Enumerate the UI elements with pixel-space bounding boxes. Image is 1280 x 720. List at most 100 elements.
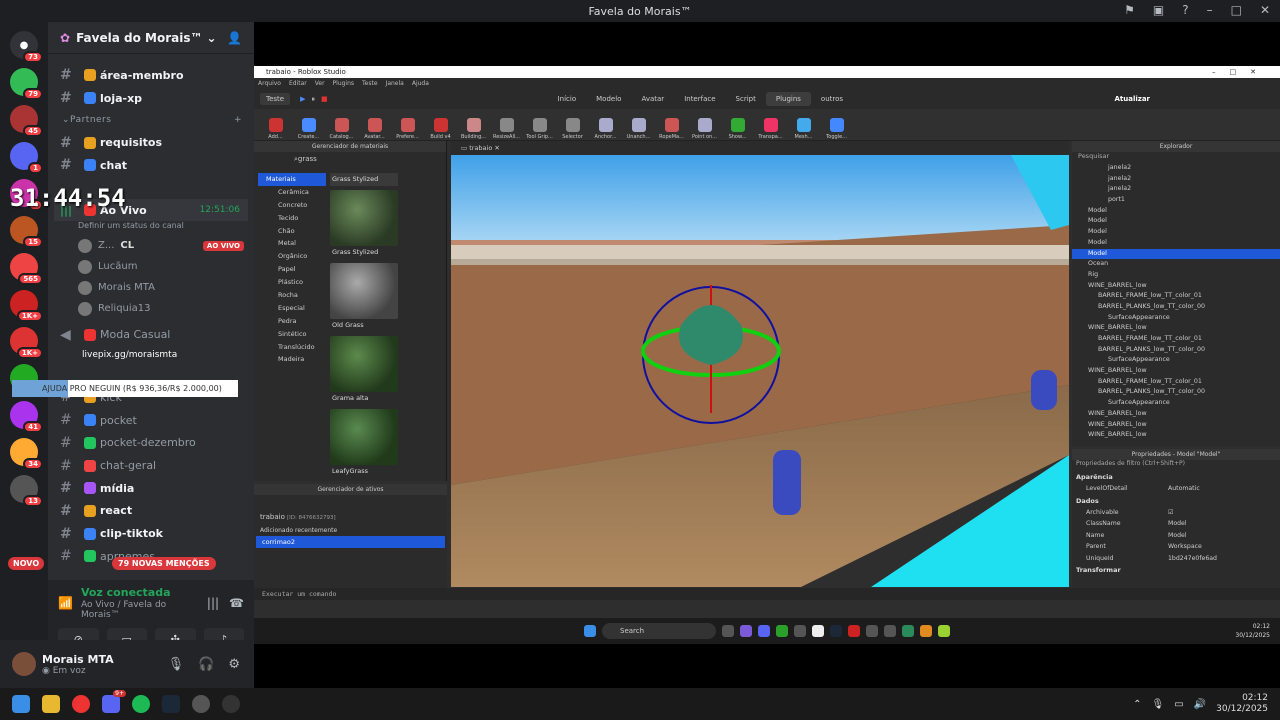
voice-connected-sub[interactable]: Ao Vivo / Favela do Morais™ (81, 600, 207, 620)
property-row[interactable]: ClassName Model (1072, 518, 1280, 530)
material-tile[interactable]: Grass Stylized (330, 190, 398, 259)
spotify-icon[interactable] (132, 695, 150, 713)
menu-item[interactable]: Janela (386, 80, 404, 87)
material-tile[interactable]: Grass Stylized (330, 173, 398, 186)
microphone-icon[interactable]: 🎙 (168, 657, 185, 672)
menu-item[interactable]: Ajuda (412, 80, 429, 87)
material-category[interactable]: Materiais (258, 173, 326, 186)
material-tile[interactable]: Old Grass (330, 263, 398, 332)
server-icon[interactable]: 34 (10, 438, 43, 470)
explorer-item[interactable]: Model (1072, 216, 1280, 227)
steam-icon[interactable] (830, 625, 842, 637)
explorer-item[interactable]: SurfaceAppearance (1072, 398, 1280, 409)
explorer-item[interactable]: BARREL_PLANKS_low_TT_color_00 (1072, 387, 1280, 398)
app-icon[interactable] (920, 625, 932, 637)
help-icon[interactable]: ? (1182, 3, 1188, 17)
plugin-tool-button[interactable]: Building... (460, 118, 487, 140)
server-header[interactable]: ✿ Favela do Morais™ ⌄ 👤 (48, 22, 254, 54)
headphones-icon[interactable]: 🎧 (198, 657, 214, 672)
add-member-icon[interactable]: 👤 (227, 31, 242, 45)
plugin-tool-button[interactable]: Selector (559, 118, 586, 140)
server-icon[interactable]: 79 (10, 68, 43, 100)
voice-user[interactable]: Lucãum (48, 256, 254, 277)
plugin-tool-button[interactable]: Create... (295, 118, 322, 140)
taskbar-search[interactable]: Search (602, 623, 716, 639)
channel-item[interactable]: # clip-tiktok (48, 522, 254, 545)
chrome-icon[interactable] (72, 695, 90, 713)
document-tab[interactable]: ▭ trabaio ✕ (451, 141, 1069, 155)
property-section[interactable]: Aparência (1072, 471, 1280, 483)
maximize-button[interactable]: □ (1231, 3, 1242, 17)
channel-item[interactable]: # loja-xp (48, 87, 254, 110)
plugin-tool-button[interactable]: Prefere... (394, 118, 421, 140)
explorer-filter-input[interactable]: Pesquisar (1072, 152, 1280, 163)
explorer-item[interactable]: janela2 (1072, 163, 1280, 174)
material-category[interactable]: Rocha (258, 289, 326, 302)
menu-item[interactable]: Teste (362, 80, 378, 87)
app-icon[interactable] (884, 625, 896, 637)
asset-item[interactable]: corrimao2 (256, 536, 445, 548)
material-category[interactable]: Papel (258, 263, 326, 276)
ribbon-tab[interactable]: Interface (674, 92, 725, 106)
server-icon[interactable]: 1K+ (10, 327, 43, 359)
menu-item[interactable]: Plugins (333, 80, 355, 87)
noise-icon[interactable]: ||| (207, 596, 219, 610)
server-icon[interactable]: 15 (10, 216, 43, 248)
plugin-tool-button[interactable]: Catalog... (328, 118, 355, 140)
explorer-item[interactable]: WINE_BARREL_low (1072, 323, 1280, 334)
discord-icon[interactable]: 9+ (102, 690, 126, 713)
novo-badge[interactable]: NOVO (8, 557, 45, 570)
server-icon[interactable]: 565 (10, 253, 43, 285)
explorer-item[interactable]: janela2 (1072, 174, 1280, 185)
livepix-link[interactable]: livepix.gg/moraismta (48, 346, 254, 364)
explorer-item[interactable]: WINE_BARREL_low (1072, 430, 1280, 441)
windows-start-icon[interactable] (12, 695, 30, 713)
explorer-item[interactable]: BARREL_FRAME_low_TT_color_01 (1072, 377, 1280, 388)
ribbon-tab[interactable]: Script (726, 92, 766, 106)
material-category[interactable]: Orgânico (258, 250, 326, 263)
ribbon-tab[interactable]: Início (548, 92, 587, 106)
property-row[interactable]: LevelOfDetail Automatic (1072, 483, 1280, 495)
server-icon[interactable]: 1 (10, 142, 43, 174)
3d-viewport[interactable] (451, 155, 1069, 587)
material-tile[interactable]: Grama alta (330, 336, 398, 405)
steam-icon[interactable] (162, 695, 180, 713)
menu-item[interactable]: Arquivo (258, 80, 281, 87)
explorer-item[interactable]: WINE_BARREL_low (1072, 420, 1280, 431)
material-category[interactable]: Chão (258, 225, 326, 238)
material-tile[interactable]: LeafyGrass (330, 409, 398, 478)
server-icon[interactable]: 13 (10, 475, 43, 507)
mode-select[interactable]: Teste (260, 93, 291, 105)
voice-channel-moda-casual[interactable]: ◀ Moda Casual (48, 323, 254, 346)
discord-icon[interactable] (758, 625, 770, 637)
plugin-tool-button[interactable]: Build v4 (427, 118, 454, 140)
app-icon[interactable] (722, 625, 734, 637)
network-icon[interactable]: ▭ (1174, 699, 1183, 710)
plugin-tool-button[interactable]: Show... (724, 118, 751, 140)
material-category[interactable]: Translúcido (258, 341, 326, 354)
disconnect-icon[interactable]: ☎ (229, 596, 244, 610)
app-icon[interactable] (740, 625, 752, 637)
pause-icon[interactable]: ⏸ (311, 95, 315, 104)
material-category[interactable]: Madeira (258, 353, 326, 366)
play-icon[interactable]: ▶ (300, 95, 305, 103)
window-controls[interactable]: –□✕ (1212, 68, 1270, 76)
plugin-tool-button[interactable]: ResizeAll... (493, 118, 520, 140)
explorer-item[interactable]: WINE_BARREL_low (1072, 366, 1280, 377)
explorer-item[interactable]: Model (1072, 206, 1280, 217)
plugin-tool-button[interactable]: Avatar... (361, 118, 388, 140)
material-category[interactable]: Sintético (258, 328, 326, 341)
update-button[interactable]: Atualizar (1114, 95, 1150, 103)
plugin-tool-button[interactable]: Unanch... (625, 118, 652, 140)
menu-item[interactable]: Editar (289, 80, 307, 87)
channel-item[interactable]: # mídia (48, 477, 254, 500)
xbox-icon[interactable] (776, 625, 788, 637)
gear-icon[interactable] (192, 695, 210, 713)
plugin-tool-button[interactable]: Transpa... (757, 118, 784, 140)
explorer-item[interactable]: Rig (1072, 270, 1280, 281)
property-row[interactable]: Parent Workspace (1072, 541, 1280, 553)
app-icon[interactable] (794, 625, 806, 637)
ribbon-tab[interactable]: Modelo (586, 92, 631, 106)
windows-icon[interactable] (584, 625, 596, 637)
channel-item[interactable]: # chat (48, 154, 254, 177)
